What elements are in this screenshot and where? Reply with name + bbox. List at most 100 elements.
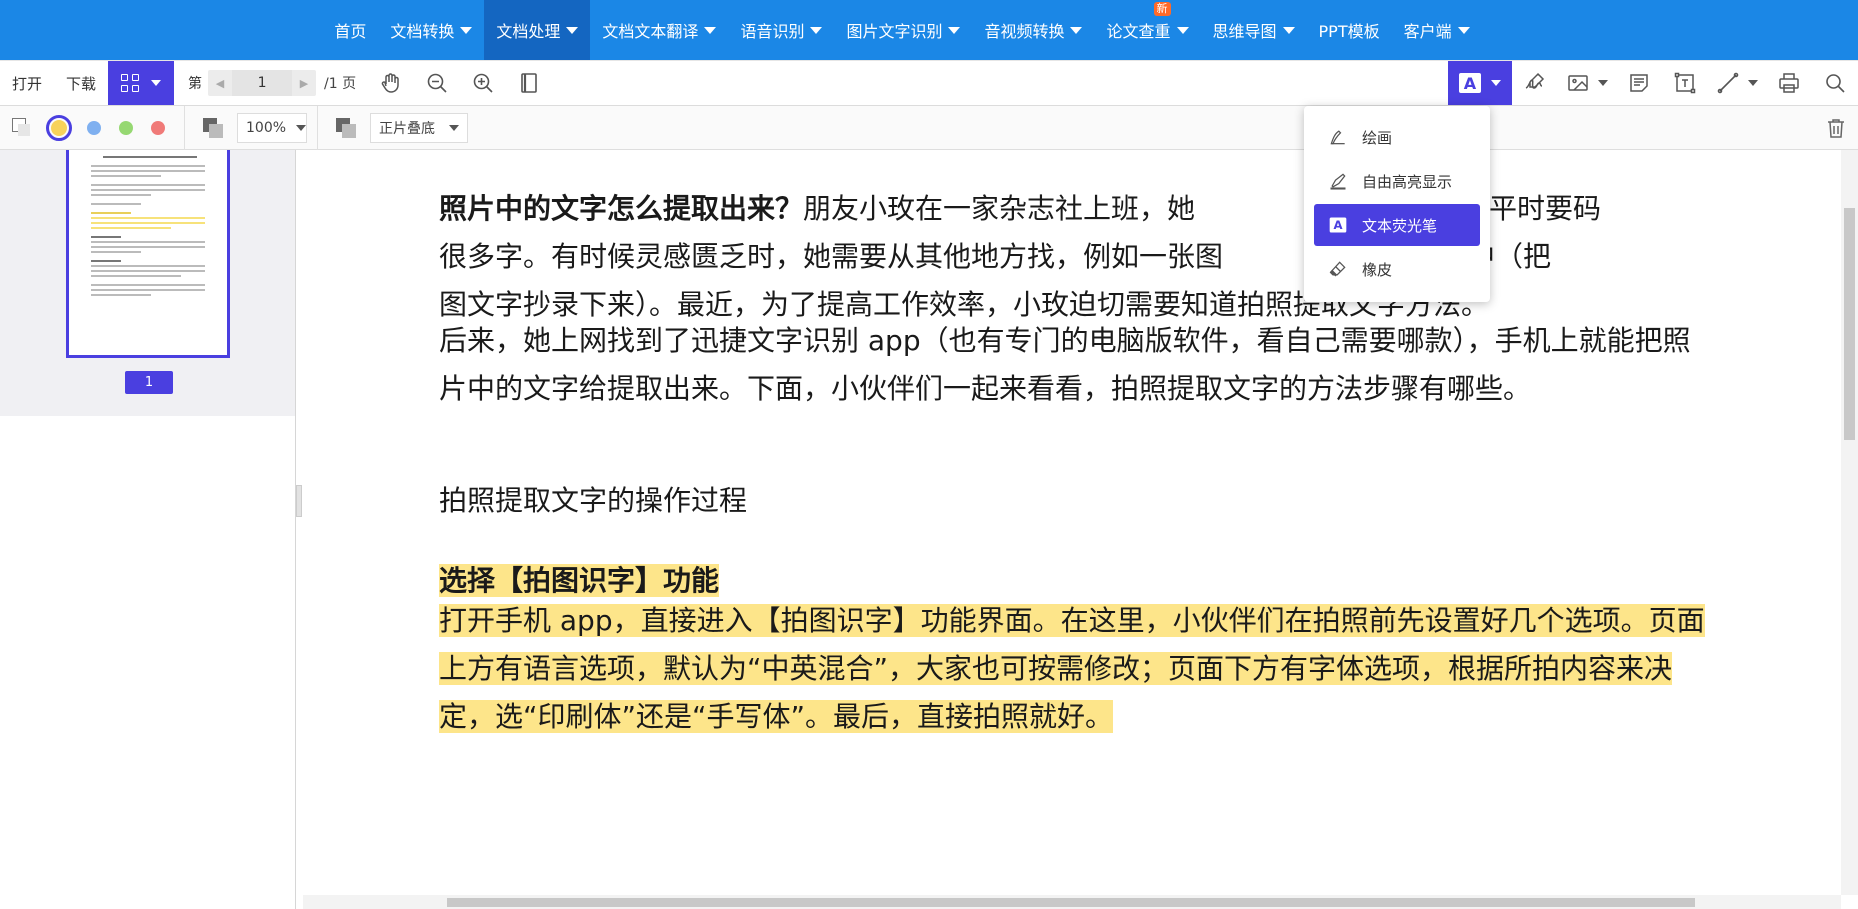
nav-item-8[interactable]: 思维导图 (1201, 0, 1307, 60)
annotation-options-bar: 100% 正片叠底 (0, 105, 1858, 150)
nav-item-2[interactable]: 文档处理 (484, 0, 591, 60)
highlighted-heading: 选择【拍图识字】功能 (439, 564, 720, 597)
search-icon[interactable] (1812, 61, 1858, 105)
divider (184, 105, 185, 150)
nav-item-9[interactable]: PPT模板 (1307, 0, 1392, 60)
trash-icon[interactable] (1814, 106, 1858, 150)
dropdown-item-eraser[interactable]: 橡皮 (1314, 248, 1480, 290)
print-icon[interactable] (1766, 61, 1812, 105)
main-toolbar: 打开 下载 第 ◀ ▶ /1 页 A (0, 60, 1858, 106)
chevron-down-icon (296, 124, 307, 131)
text-highlighter-icon: A (1329, 217, 1347, 233)
page-number-badge[interactable]: 1 (125, 371, 173, 394)
zoom-in-icon[interactable] (460, 61, 506, 105)
signature-icon[interactable] (1512, 61, 1558, 105)
nav-item-7[interactable]: 论文查重 新 (1094, 0, 1200, 60)
svg-text:A: A (1333, 218, 1342, 232)
nav-item-label: 文档处理 (496, 22, 561, 41)
horizontal-scroll-thumb[interactable] (447, 898, 1695, 907)
chevron-down-icon (151, 80, 162, 86)
doc-text: 很多字。有时候灵感匮乏时，她需要从其他地方找，例如一张图 (439, 240, 1224, 273)
image-icon[interactable] (1558, 61, 1598, 105)
line-icon[interactable] (1708, 61, 1748, 105)
open-button[interactable]: 打开 (0, 61, 54, 105)
dropdown-item-label: 文本荧光笔 (1362, 216, 1438, 235)
thumbnail-view-button[interactable] (108, 61, 175, 105)
page-number-input[interactable] (232, 70, 293, 96)
doc-text: 朋友小玫在一家杂志社上班，她 (803, 192, 1196, 225)
thumbnail-panel: 1 (0, 150, 295, 416)
nav-item-1[interactable]: 文档转换 (378, 0, 484, 60)
page-total-label: /1 页 (324, 76, 357, 92)
dropdown-item-label: 橡皮 (1362, 260, 1393, 279)
dropdown-item-text-highlighter[interactable]: A 文本荧光笔 (1314, 204, 1480, 246)
thumbnail-sidebar: 1 (0, 150, 296, 909)
page-thumbnail[interactable] (66, 150, 230, 358)
doc-paragraph-2: 后来，她上网找到了迅捷文字识别 app（也有专门的电脑版软件，看自己需要哪款），… (439, 324, 1691, 405)
doc-bold-lead: 照片中的文字怎么提取出来？ (439, 192, 804, 225)
chevron-down-icon (566, 26, 579, 34)
top-nav-bar: 首页 文档转换 文档处理 文档文本翻译 语音识别 图片文字识别 音视频转换 论文查重 新 思维导图… (0, 0, 1858, 60)
new-badge: 新 (1153, 2, 1171, 16)
chevron-down-icon[interactable] (1598, 80, 1608, 86)
color-swatch-yellow[interactable] (46, 114, 72, 141)
nav-item-label: 论文查重 (1106, 22, 1171, 41)
layer-icon (203, 117, 223, 138)
chevron-down-icon (948, 26, 961, 34)
nav-item-3[interactable]: 文档文本翻译 (590, 0, 728, 60)
horizontal-scrollbar[interactable] (303, 895, 1841, 909)
chevron-down-icon (1457, 26, 1470, 34)
doc-paragraph-3: 拍照提取文字的操作过程 (439, 484, 748, 517)
chevron-down-icon (460, 26, 473, 34)
blend-mode-select[interactable]: 正片叠底 (370, 112, 468, 143)
zoom-select[interactable]: 100% (237, 112, 307, 143)
nav-item-4[interactable]: 语音识别 (728, 0, 834, 60)
text-highlight-icon: A (1459, 73, 1481, 93)
prev-page-button[interactable]: ◀ (208, 70, 232, 96)
color-swatch-blue[interactable] (87, 120, 101, 135)
zoom-out-icon[interactable] (414, 61, 460, 105)
opacity-toggle-icon[interactable] (12, 117, 32, 138)
highlighted-text: 打开手机 app，直接进入【拍图识字】功能界面。在这里，小伙伴们在拍照前先设置好… (439, 604, 1705, 733)
next-page-button[interactable]: ▶ (292, 70, 316, 96)
chevron-down-icon (810, 26, 823, 34)
chevron-down-icon (1282, 26, 1295, 34)
fit-page-icon[interactable] (506, 61, 552, 105)
zoom-value: 100% (246, 119, 287, 136)
nav-item-label: 文档文本翻译 (602, 22, 699, 41)
doc-paragraph-1: 照片中的文字怎么提取出来？朋友小玫在一家杂志社上班，她 作者，平时要码 很多字。有… (439, 185, 1711, 329)
text-highlight-button[interactable]: A (1448, 61, 1512, 105)
nav-item-label: 音视频转换 (984, 22, 1065, 41)
nav-menu: 首页 文档转换 文档处理 文档文本翻译 语音识别 图片文字识别 音视频转换 论文查重 新 思维导图… (322, 0, 1481, 60)
eraser-icon (1329, 261, 1346, 277)
chevron-down-icon (1176, 26, 1189, 34)
nav-item-0[interactable]: 首页 (322, 0, 378, 60)
nav-item-5[interactable]: 图片文字识别 (834, 0, 972, 60)
color-swatch-red[interactable] (151, 120, 165, 135)
dropdown-item-label: 自由高亮显示 (1362, 172, 1453, 191)
dropdown-item-free-highlight[interactable]: 自由高亮显示 (1314, 160, 1480, 202)
chevron-down-icon (449, 124, 459, 131)
vertical-scroll-thumb[interactable] (1844, 208, 1855, 440)
free-highlight-icon (1330, 173, 1346, 190)
nav-item-label: 首页 (334, 22, 367, 41)
nav-item-10[interactable]: 客户端 (1392, 0, 1482, 60)
document-viewer: 照片中的文字怎么提取出来？朋友小玫在一家杂志社上班，她 作者，平时要码 很多字。有… (303, 150, 1841, 895)
textbox-icon[interactable] (1662, 61, 1708, 105)
annotation-tools: A (1448, 61, 1858, 105)
note-icon[interactable] (1616, 61, 1662, 105)
chevron-down-icon[interactable] (1748, 80, 1758, 86)
vertical-scrollbar[interactable] (1841, 150, 1858, 895)
pen-draw-icon (1330, 130, 1345, 145)
dropdown-item-draw[interactable]: 绘画 (1314, 116, 1480, 158)
nav-item-6[interactable]: 音视频转换 (972, 0, 1094, 60)
download-button[interactable]: 下载 (54, 61, 108, 105)
color-swatch-green[interactable] (119, 120, 133, 135)
page-navigator: ◀ ▶ (208, 70, 317, 96)
pan-hand-icon[interactable] (368, 61, 414, 105)
highlight-tool-dropdown: 绘画 自由高亮显示 A 文本荧光笔 橡皮 (1304, 106, 1490, 302)
grid-icon (121, 74, 140, 92)
sidebar-resize-handle[interactable] (296, 485, 302, 517)
doc-paragraph-4: 打开手机 app，直接进入【拍图识字】功能界面。在这里，小伙伴们在拍照前先设置好… (439, 597, 1711, 741)
nav-item-label: 语音识别 (740, 22, 805, 41)
